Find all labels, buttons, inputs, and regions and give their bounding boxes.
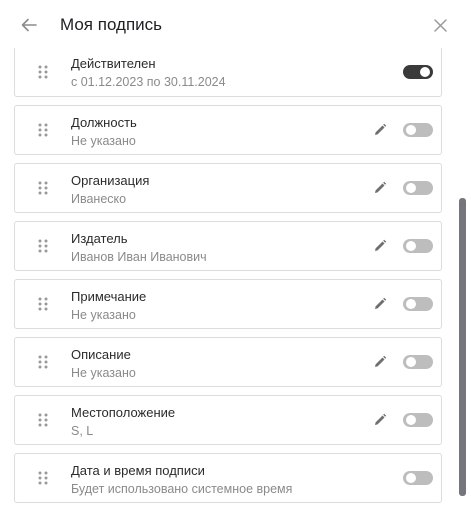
list-item[interactable]: Описание Не указано [14, 337, 442, 387]
item-label: Организация [71, 173, 150, 188]
list-item[interactable]: Дата и время подписи Будет использовано с… [14, 453, 442, 503]
drag-handle-icon[interactable] [38, 123, 48, 137]
visibility-toggle[interactable] [403, 413, 433, 427]
item-label: Дата и время подписи [71, 463, 205, 478]
toggle-knob [406, 415, 416, 425]
item-value: Иванов Иван Иванович [71, 250, 207, 264]
toggle-knob [406, 357, 416, 367]
item-value: Не указано [71, 308, 136, 322]
visibility-toggle[interactable] [403, 123, 433, 137]
item-label: Издатель [71, 231, 128, 246]
visibility-toggle[interactable] [403, 181, 433, 195]
toggle-knob [406, 241, 416, 251]
drag-handle-icon[interactable] [38, 65, 48, 79]
close-icon [433, 18, 447, 32]
toggle-knob [406, 473, 416, 483]
item-value: Иванеско [71, 192, 127, 206]
scrollbar[interactable] [459, 198, 466, 496]
signature-fields-list: Действителен с 01.12.2023 по 30.11.2024 До… [14, 48, 442, 511]
list-item[interactable]: Издатель Иванов Иван Иванович [14, 221, 442, 271]
dialog-title: Моя подпись [60, 15, 162, 34]
toggle-knob [406, 183, 416, 193]
visibility-toggle[interactable] [403, 471, 433, 485]
back-button[interactable] [18, 14, 40, 36]
dialog-header: Моя подпись [0, 0, 471, 50]
visibility-toggle[interactable] [403, 355, 433, 369]
pencil-icon[interactable] [373, 181, 387, 195]
visibility-toggle[interactable] [403, 239, 433, 253]
item-label: Должность [71, 115, 137, 130]
close-button[interactable] [429, 14, 451, 36]
pencil-icon[interactable] [373, 413, 387, 427]
drag-handle-icon[interactable] [38, 355, 48, 369]
visibility-toggle[interactable] [403, 65, 433, 79]
arrow-left-icon [21, 18, 37, 32]
item-value: S, L [71, 424, 94, 438]
pencil-icon[interactable] [373, 239, 387, 253]
list-item[interactable]: Примечание Не указано [14, 279, 442, 329]
drag-handle-icon[interactable] [38, 471, 48, 485]
list-item[interactable]: Должность Не указано [14, 105, 442, 155]
toggle-knob [406, 299, 416, 309]
item-value: Не указано [71, 366, 136, 380]
drag-handle-icon[interactable] [38, 297, 48, 311]
item-label: Действителен [71, 56, 156, 71]
item-value: Не указано [71, 134, 136, 148]
list-item[interactable]: Местоположение S, L [14, 395, 442, 445]
toggle-knob [420, 67, 430, 77]
drag-handle-icon[interactable] [38, 181, 48, 195]
item-value: Будет использовано системное время [71, 482, 293, 496]
item-value: с 01.12.2023 по 30.11.2024 [71, 75, 226, 89]
list-item[interactable]: Организация Иванеско [14, 163, 442, 213]
toggle-knob [406, 125, 416, 135]
drag-handle-icon[interactable] [38, 413, 48, 427]
item-label: Описание [71, 347, 131, 362]
pencil-icon[interactable] [373, 297, 387, 311]
item-label: Примечание [71, 289, 147, 304]
visibility-toggle[interactable] [403, 297, 433, 311]
pencil-icon[interactable] [373, 355, 387, 369]
drag-handle-icon[interactable] [38, 239, 48, 253]
pencil-icon[interactable] [373, 123, 387, 137]
item-label: Местоположение [71, 405, 176, 420]
list-item[interactable]: Действителен с 01.12.2023 по 30.11.2024 [14, 48, 442, 97]
